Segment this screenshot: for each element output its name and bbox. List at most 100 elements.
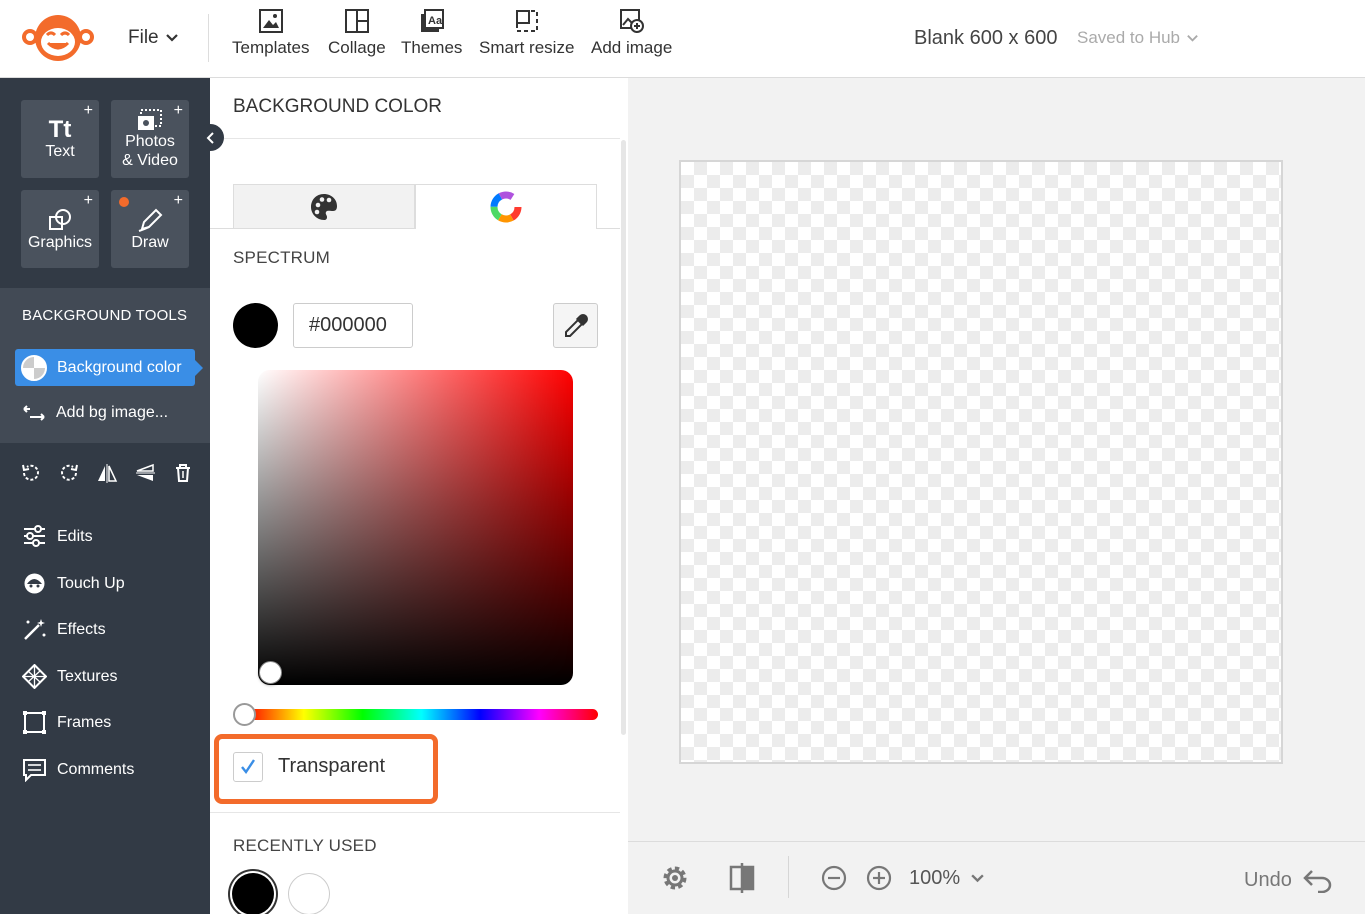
smart-resize-button[interactable]: Smart resize: [479, 8, 574, 58]
transform-actions: [20, 461, 194, 485]
chevron-down-icon: [971, 874, 984, 883]
palette-icon: [311, 193, 337, 220]
add-bg-image-item[interactable]: Add bg image...: [22, 403, 168, 423]
rotate-left-icon[interactable]: [20, 461, 42, 485]
frames-label: Frames: [57, 713, 112, 731]
sidebar-item-touch-up[interactable]: Touch Up: [22, 571, 125, 596]
text-tool-tile[interactable]: + Tt Text: [21, 100, 99, 178]
edits-label: Edits: [57, 527, 93, 545]
collage-icon: [344, 9, 369, 33]
svg-text:Aa: Aa: [428, 15, 443, 27]
tab-spectrum[interactable]: [415, 184, 597, 229]
comments-label: Comments: [57, 760, 135, 778]
hex-color-input[interactable]: [293, 303, 413, 348]
trash-icon[interactable]: [172, 461, 194, 485]
transparent-circle-icon: [21, 354, 47, 381]
divider: [210, 138, 620, 139]
zoom-out-button[interactable]: [818, 862, 850, 894]
flip-vertical-icon[interactable]: [134, 461, 156, 485]
plus-icon: +: [83, 102, 93, 119]
zoom-in-icon: [866, 865, 892, 891]
graphics-tile[interactable]: + Graphics: [21, 190, 99, 268]
spectrum-label: SPECTRUM: [233, 248, 330, 267]
divider: [210, 228, 233, 229]
file-menu-label: File: [128, 27, 159, 48]
gear-icon: [663, 866, 687, 890]
sidebar-item-comments[interactable]: Comments: [22, 757, 134, 782]
text-tile-label: Text: [45, 142, 75, 160]
draw-label: Draw: [131, 233, 169, 251]
eyedropper-icon: [564, 313, 588, 337]
notification-dot: [119, 197, 129, 207]
resize-icon: [515, 10, 538, 32]
sidebar-item-textures[interactable]: Textures: [22, 664, 117, 689]
compare-icon: [729, 863, 755, 893]
undo-button[interactable]: Undo: [1244, 867, 1334, 893]
swap-arrows-icon: [23, 405, 45, 421]
templates-button[interactable]: Templates: [232, 8, 309, 58]
checkmark-icon: [241, 759, 255, 775]
rotate-right-icon[interactable]: [58, 461, 80, 485]
text-icon: Tt: [48, 115, 72, 143]
transparent-checkbox[interactable]: [233, 752, 263, 782]
add-image-button[interactable]: Add image: [591, 8, 672, 58]
sidebar-item-edits[interactable]: Edits: [22, 524, 93, 549]
sidebar-item-effects[interactable]: Effects: [22, 617, 106, 642]
photo-icon: [138, 109, 162, 130]
themes-button[interactable]: Aa Themes: [401, 8, 462, 58]
saved-status-label: Saved to Hub: [1077, 28, 1181, 47]
tab-palette[interactable]: [233, 184, 415, 229]
smart-resize-label: Smart resize: [479, 38, 575, 57]
collapse-panel-button[interactable]: [197, 124, 224, 151]
add-bg-image-label: Add bg image...: [56, 404, 169, 421]
zoom-in-button[interactable]: [863, 862, 895, 894]
panel-title: BACKGROUND COLOR: [233, 96, 443, 117]
effects-label: Effects: [57, 620, 106, 638]
face-icon: [24, 573, 45, 594]
design-canvas[interactable]: [679, 160, 1283, 764]
magic-wand-icon: [24, 619, 46, 640]
zoom-level: 100%: [909, 867, 961, 889]
eyedropper-button[interactable]: [553, 303, 598, 348]
background-color-label: Background color: [57, 358, 182, 376]
graphics-label: Graphics: [27, 233, 93, 251]
texture-icon: [22, 664, 47, 689]
file-menu-button[interactable]: File: [128, 27, 179, 49]
current-color-swatch: [233, 303, 278, 348]
picmonkey-logo[interactable]: [20, 13, 96, 63]
saturation-value-picker[interactable]: [258, 370, 573, 685]
graphics-icon: [49, 208, 71, 230]
flip-horizontal-icon[interactable]: [96, 461, 118, 485]
panel-scrollbar[interactable]: [621, 140, 626, 735]
zoom-out-icon: [821, 865, 847, 891]
textures-label: Textures: [57, 667, 118, 685]
compare-button[interactable]: [726, 862, 758, 894]
draw-tile[interactable]: + Draw: [111, 190, 189, 268]
sliders-icon: [24, 525, 45, 547]
recently-used-label: RECENTLY USED: [233, 836, 377, 855]
collage-button[interactable]: Collage: [328, 8, 386, 58]
background-color-item[interactable]: Background color: [15, 349, 203, 386]
divider: [788, 856, 789, 898]
touch-up-label: Touch Up: [57, 574, 125, 592]
chevron-left-icon: [206, 131, 214, 144]
recent-color-swatch[interactable]: [232, 873, 274, 914]
photos-video-tile[interactable]: + Photos & Video: [111, 100, 189, 178]
background-tools-title: BACKGROUND TOOLS: [22, 307, 188, 324]
saturation-value-handle[interactable]: [259, 661, 282, 684]
hue-slider[interactable]: [245, 709, 598, 720]
transparent-label: Transparent: [278, 755, 386, 777]
document-title[interactable]: Blank 600 x 600: [914, 27, 1057, 50]
sidebar-item-frames[interactable]: Frames: [22, 710, 111, 735]
recent-color-swatch[interactable]: [288, 873, 330, 914]
hue-slider-handle[interactable]: [233, 703, 256, 726]
color-wheel-icon: [490, 191, 522, 223]
themes-label: Themes: [401, 38, 463, 57]
add-image-label: Add image: [591, 38, 673, 57]
zoom-dropdown[interactable]: 100%: [909, 867, 985, 890]
image-icon: [258, 9, 283, 33]
photos-video-label: Photos & Video: [122, 133, 178, 169]
saved-status-dropdown[interactable]: Saved to Hub: [1077, 28, 1199, 48]
undo-label: Undo: [1244, 868, 1292, 891]
settings-button[interactable]: [659, 862, 691, 894]
